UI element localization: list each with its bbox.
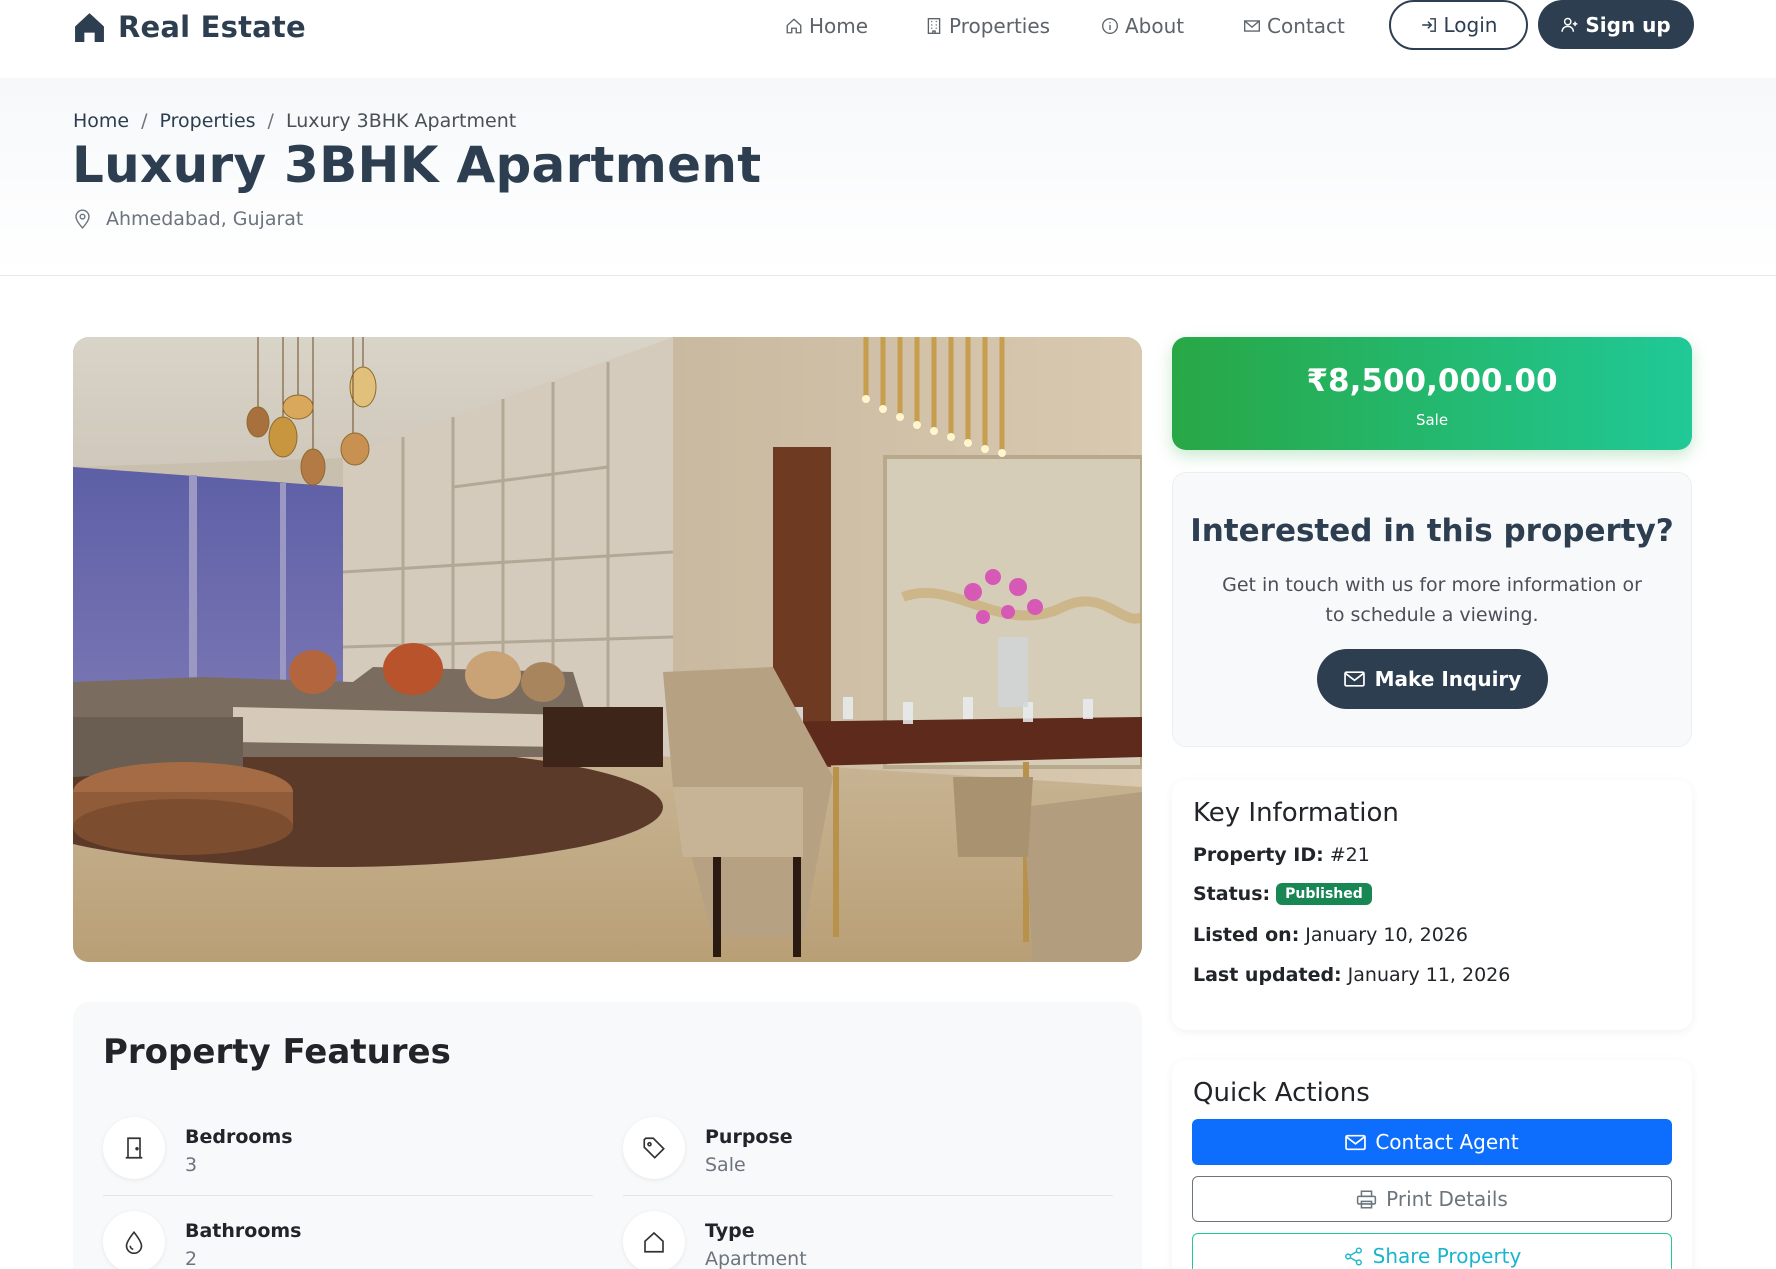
envelope-icon	[1345, 1134, 1367, 1150]
contact-agent-button[interactable]: Contact Agent	[1192, 1119, 1672, 1165]
share-property-label: Share Property	[1372, 1244, 1522, 1268]
signup-label: Sign up	[1585, 12, 1671, 37]
status-label: Status:	[1193, 883, 1271, 905]
feature-bedrooms: Bedrooms 3	[103, 1117, 593, 1187]
page-title: Luxury 3BHK Apartment	[72, 136, 762, 194]
feature-value: 2	[185, 1248, 198, 1269]
property-image	[73, 337, 1142, 962]
quick-actions-title: Quick Actions	[1193, 1078, 1370, 1108]
inquiry-title: Interested in this property?	[1190, 513, 1674, 549]
listed-label: Listed on:	[1193, 924, 1300, 946]
door-icon	[125, 1137, 143, 1159]
house-icon	[75, 12, 104, 42]
quick-actions-card: Quick Actions Contact Agent Print Detail…	[1172, 1060, 1692, 1269]
nav-home[interactable]: Home	[785, 12, 868, 40]
signup-button[interactable]: Sign up	[1538, 0, 1694, 49]
info-circle-icon	[1102, 18, 1118, 34]
price-value: ₹8,500,000.00	[1306, 363, 1558, 399]
breadcrumb-separator: /	[267, 110, 274, 132]
updated-label: Last updated:	[1193, 964, 1342, 986]
location-text: Ahmedabad, Gujarat	[106, 208, 304, 230]
login-label: Login	[1443, 13, 1498, 37]
printer-icon	[1357, 1190, 1377, 1208]
property-id-label: Property ID:	[1193, 844, 1324, 866]
house-icon	[644, 1231, 664, 1253]
inquiry-card: Interested in this property? Get in touc…	[1172, 472, 1692, 747]
breadcrumb: Home / Properties / Luxury 3BHK Apartmen…	[73, 110, 516, 132]
features-title: Property Features	[103, 1032, 451, 1072]
building-icon	[927, 18, 941, 34]
nav-about-label: About	[1125, 14, 1185, 38]
price-card: ₹8,500,000.00 Sale	[1172, 337, 1692, 450]
make-inquiry-label: Make Inquiry	[1374, 667, 1522, 691]
feature-type: Type Apartment	[623, 1211, 1113, 1269]
breadcrumb-properties[interactable]: Properties	[160, 110, 256, 132]
envelope-icon	[1244, 20, 1260, 32]
droplet-icon	[125, 1230, 143, 1254]
key-info-updated: Last updated: January 11, 2026	[1193, 964, 1510, 986]
breadcrumb-home[interactable]: Home	[73, 110, 129, 132]
brand-logo[interactable]: Real Estate	[73, 9, 306, 45]
person-plus-icon	[1561, 17, 1578, 32]
breadcrumb-separator: /	[141, 110, 148, 132]
key-information-card: Key Information Property ID: #21 Status:…	[1172, 780, 1692, 1030]
share-property-button[interactable]: Share Property	[1192, 1233, 1672, 1269]
feature-label: Type	[705, 1220, 755, 1242]
feature-label: Bathrooms	[185, 1220, 302, 1242]
sign-in-icon	[1421, 18, 1436, 32]
envelope-icon	[1343, 671, 1365, 687]
listed-value: January 10, 2026	[1305, 924, 1468, 946]
breadcrumb-current: Luxury 3BHK Apartment	[285, 110, 517, 132]
feature-icon-wrapper	[623, 1211, 685, 1269]
feature-divider	[103, 1195, 593, 1196]
status-badge: Published	[1276, 883, 1372, 905]
brand-name: Real Estate	[118, 10, 306, 44]
house-icon	[786, 18, 802, 34]
feature-icon-wrapper	[103, 1211, 165, 1269]
price-type: Sale	[1415, 411, 1449, 429]
property-features-card: Property Features Bedrooms 3 Purpose Sal…	[73, 1002, 1142, 1269]
feature-value: Apartment	[705, 1248, 807, 1269]
map-pin-icon	[75, 209, 90, 229]
key-info-property-id: Property ID: #21	[1193, 844, 1370, 866]
contact-agent-label: Contact Agent	[1375, 1130, 1519, 1154]
make-inquiry-button[interactable]: Make Inquiry	[1317, 649, 1548, 709]
feature-value: Sale	[705, 1154, 746, 1176]
print-details-button[interactable]: Print Details	[1192, 1176, 1672, 1222]
print-details-label: Print Details	[1386, 1187, 1508, 1211]
tag-icon	[643, 1137, 665, 1159]
feature-label: Bedrooms	[185, 1126, 293, 1148]
property-photo[interactable]	[73, 337, 1142, 962]
login-button[interactable]: Login	[1389, 0, 1528, 50]
nav-about[interactable]: About	[1101, 12, 1184, 40]
nav-properties-label: Properties	[949, 14, 1051, 38]
property-location: Ahmedabad, Gujarat	[73, 208, 303, 230]
nav-properties[interactable]: Properties	[925, 12, 1050, 40]
feature-label: Purpose	[705, 1126, 793, 1148]
feature-purpose: Purpose Sale	[623, 1117, 1113, 1187]
inquiry-text: Get in touch with us for more informatio…	[1222, 574, 1642, 626]
feature-value: 3	[185, 1154, 198, 1176]
feature-divider	[623, 1195, 1113, 1196]
key-info-title: Key Information	[1193, 798, 1399, 828]
feature-icon-wrapper	[623, 1117, 685, 1179]
nav-contact[interactable]: Contact	[1243, 12, 1345, 40]
share-icon	[1344, 1246, 1362, 1266]
top-navbar: Real Estate Home Properties About Contac…	[0, 0, 1776, 78]
updated-value: January 11, 2026	[1347, 964, 1511, 986]
key-info-status: Status: Published	[1193, 883, 1372, 905]
feature-icon-wrapper	[103, 1117, 165, 1179]
property-id-value: #21	[1329, 844, 1370, 866]
nav-home-label: Home	[809, 14, 869, 38]
key-info-listed: Listed on: January 10, 2026	[1193, 924, 1468, 946]
nav-contact-label: Contact	[1267, 14, 1345, 38]
feature-bathrooms: Bathrooms 2	[103, 1211, 593, 1269]
